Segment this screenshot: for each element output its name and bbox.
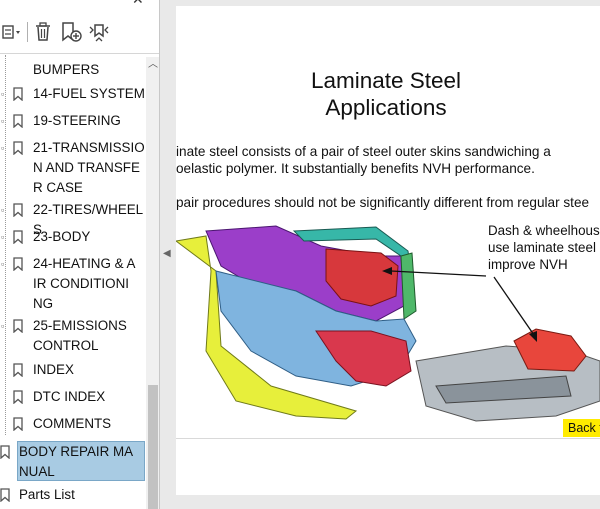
bookmark-label: Parts List	[19, 487, 75, 502]
bookmark-icon	[13, 87, 23, 101]
toolbar-separator	[27, 22, 28, 42]
expand-icon[interactable]: ▫	[1, 89, 4, 99]
paragraph-line: oelastic polymer. It substantially benef…	[176, 161, 535, 176]
bookmark-item[interactable]: BUMPERS	[0, 60, 146, 80]
bookmark-icon	[13, 363, 23, 377]
bookmark-icon	[13, 319, 23, 333]
bookmark-label: 24-HEATING & AIR CONDITIONING	[33, 256, 136, 311]
callout-line: improve NVH	[488, 257, 568, 272]
bookmark-item[interactable]: ▫ 14-FUEL SYSTEM	[0, 84, 146, 104]
paragraph-line: inate steel consists of a pair of steel …	[176, 144, 551, 159]
bookmark-item[interactable]: ▫ 24-HEATING & AIR CONDITIONING	[0, 254, 146, 314]
bookmark-icon	[13, 257, 23, 271]
title-line-2: Applications	[325, 95, 447, 120]
scroll-up-arrow-icon[interactable]: ︿	[146, 57, 159, 73]
pdf-page: Laminate Steel Applications inate steel …	[176, 6, 600, 495]
expand-icon[interactable]: ▫	[1, 205, 4, 215]
bookmark-icon	[0, 488, 10, 502]
bookmark-item[interactable]: COMMENTS	[0, 414, 146, 434]
paragraph-line: pair procedures should not be significan…	[176, 195, 590, 210]
close-panel-icon[interactable]: ✕	[132, 0, 144, 6]
bookmark-item[interactable]: ▫ 23-BODY	[0, 227, 146, 247]
callout-line: Dash & wheelhous	[488, 223, 600, 238]
bookmark-label: INDEX	[33, 362, 74, 377]
bookmark-icon	[0, 445, 10, 459]
expand-icon[interactable]: ▫	[1, 321, 4, 331]
slide-title: Laminate Steel Applications	[256, 67, 516, 121]
new-bookmark-icon[interactable]	[58, 17, 84, 47]
bookmark-item[interactable]: Parts List	[0, 485, 146, 505]
bookmark-label: BUMPERS	[33, 62, 100, 77]
expand-icon[interactable]: ▫	[1, 232, 4, 242]
bookmark-item[interactable]: INDEX	[0, 360, 146, 380]
bookmark-icon	[13, 114, 23, 128]
bookmark-icon	[13, 230, 23, 244]
bookmark-item-selected[interactable]: BODY REPAIR MANUAL	[0, 442, 146, 482]
bookmark-icon	[13, 417, 23, 431]
bookmark-item[interactable]: ▫ 25-EMISSIONS CONTROL	[0, 316, 146, 356]
bookmark-label: 21-TRANSMISSION AND TRANSFER CASE	[33, 140, 145, 195]
bookmark-label: 14-FUEL SYSTEM	[33, 86, 145, 101]
bookmark-item[interactable]: ▫ 21-TRANSMISSION AND TRANSFER CASE	[0, 138, 146, 198]
trash-icon[interactable]	[30, 17, 56, 47]
bookmark-icon	[13, 203, 23, 217]
back-button[interactable]: Back t	[563, 419, 600, 437]
bookmark-label: 19-STEERING	[33, 113, 121, 128]
panel-divider	[0, 53, 159, 54]
expand-bookmark-icon[interactable]	[86, 17, 112, 47]
expand-icon[interactable]: ▫	[1, 143, 4, 153]
bookmark-label: DTC INDEX	[33, 389, 106, 404]
callout-line: use laminate steel	[488, 240, 596, 255]
bookmark-label: 23-BODY	[33, 229, 91, 244]
pdf-viewer: ✕	[0, 0, 600, 509]
scrollbar-thumb[interactable]	[148, 385, 158, 509]
expand-icon[interactable]: ▫	[1, 259, 4, 269]
bookmark-label: 25-EMISSIONS CONTROL	[33, 318, 127, 353]
bookmark-item[interactable]: DTC INDEX	[0, 387, 146, 407]
bookmarks-toolbar	[0, 17, 159, 47]
title-line-1: Laminate Steel	[310, 68, 462, 93]
collapse-panel-arrow-icon[interactable]: ◀	[163, 248, 171, 259]
bookmark-label: BODY REPAIR MANUAL	[19, 444, 134, 479]
page-divider	[176, 438, 600, 439]
options-menu-icon[interactable]	[0, 17, 26, 47]
bookmark-item[interactable]: ▫ 19-STEERING	[0, 111, 146, 131]
bookmarks-panel: ✕	[0, 0, 160, 509]
bookmark-label: COMMENTS	[33, 416, 112, 431]
bookmark-item[interactable]: ▫ 22-TIRES/WHEELS	[0, 200, 146, 237]
bookmark-icon	[13, 141, 23, 155]
annotation-callout: Dash & wheelhous use laminate steel impr…	[488, 222, 600, 273]
expand-icon[interactable]: ▫	[1, 116, 4, 126]
bookmark-icon	[13, 390, 23, 404]
